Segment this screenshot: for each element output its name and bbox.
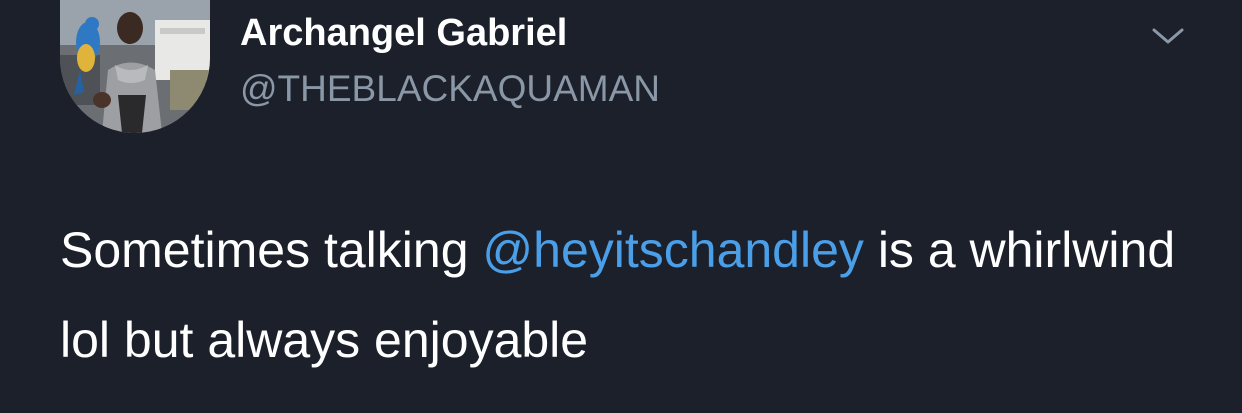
mention-link[interactable]: @heyitschandley [482,222,864,278]
tweet-card: Archangel Gabriel @THEBLACKAQUAMAN Somet… [0,0,1242,413]
tweet-menu-button[interactable] [1148,20,1188,52]
avatar-photo [60,0,210,133]
tweet-text: Sometimes talking @heyitschandley is a w… [60,205,1220,385]
tweet-text-start: Sometimes talking [60,222,483,278]
chevron-down-icon [1152,28,1184,44]
author-handle[interactable]: @THEBLACKAQUAMAN [240,68,660,110]
avatar[interactable] [60,0,210,133]
author-name[interactable]: Archangel Gabriel [240,12,567,55]
